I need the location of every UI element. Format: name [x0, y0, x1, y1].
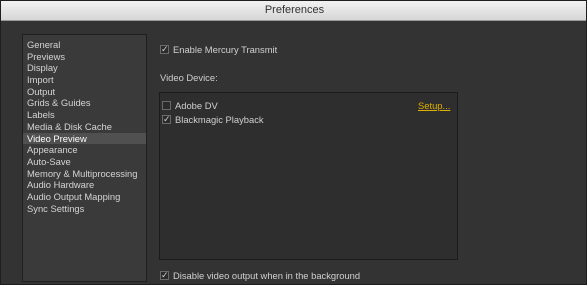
- sidebar-item-media-disk-cache[interactable]: Media & Disk Cache: [23, 121, 146, 133]
- enable-mercury-checkbox[interactable]: ✓: [160, 45, 169, 54]
- video-device-label: Video Device:: [160, 72, 218, 83]
- title-bar[interactable]: Preferences: [1, 1, 586, 21]
- window-title: Preferences: [264, 4, 325, 16]
- enable-mercury-label: Enable Mercury Transmit: [173, 44, 278, 55]
- sidebar-item-audio-output-mapping[interactable]: Audio Output Mapping: [23, 191, 146, 203]
- sidebar-item-import[interactable]: Import: [23, 74, 146, 86]
- sidebar-item-audio-hardware[interactable]: Audio Hardware: [23, 179, 146, 191]
- sidebar-item-general[interactable]: General: [23, 39, 146, 51]
- device-row-adobe-dv[interactable]: Adobe DV Setup...: [160, 99, 457, 111]
- disable-bg-output-checkbox[interactable]: ✓: [160, 271, 169, 280]
- blackmagic-playback-checkbox[interactable]: ✓: [162, 115, 171, 124]
- sidebar-item-appearance[interactable]: Appearance: [23, 144, 146, 156]
- sidebar-item-video-preview[interactable]: Video Preview: [23, 132, 146, 145]
- adobe-dv-checkbox[interactable]: [162, 101, 171, 110]
- setup-link[interactable]: Setup...: [418, 100, 450, 111]
- sidebar-item-previews[interactable]: Previews: [23, 51, 146, 63]
- sidebar-item-sync-settings[interactable]: Sync Settings: [23, 203, 146, 215]
- disable-bg-output-label: Disable video output when in the backgro…: [173, 270, 361, 281]
- sidebar-item-display[interactable]: Display: [23, 62, 146, 74]
- sidebar-item-memory-multiprocessing[interactable]: Memory & Multiprocessing: [23, 168, 146, 180]
- sidebar-item-auto-save[interactable]: Auto-Save: [23, 156, 146, 168]
- device-row-blackmagic-playback[interactable]: ✓ Blackmagic Playback: [160, 113, 457, 125]
- sidebar-item-labels[interactable]: Labels: [23, 109, 146, 121]
- preferences-sidebar: General Previews Display Import Output G…: [22, 34, 147, 282]
- sidebar-item-output[interactable]: Output: [23, 86, 146, 98]
- blackmagic-playback-label: Blackmagic Playback: [175, 114, 264, 125]
- sidebar-item-grids-guides[interactable]: Grids & Guides: [23, 97, 146, 109]
- adobe-dv-label: Adobe DV: [175, 100, 218, 111]
- video-device-list: Adobe DV Setup... ✓ Blackmagic Playback: [159, 92, 458, 260]
- preferences-window: Preferences General Previews Display Imp…: [0, 0, 587, 285]
